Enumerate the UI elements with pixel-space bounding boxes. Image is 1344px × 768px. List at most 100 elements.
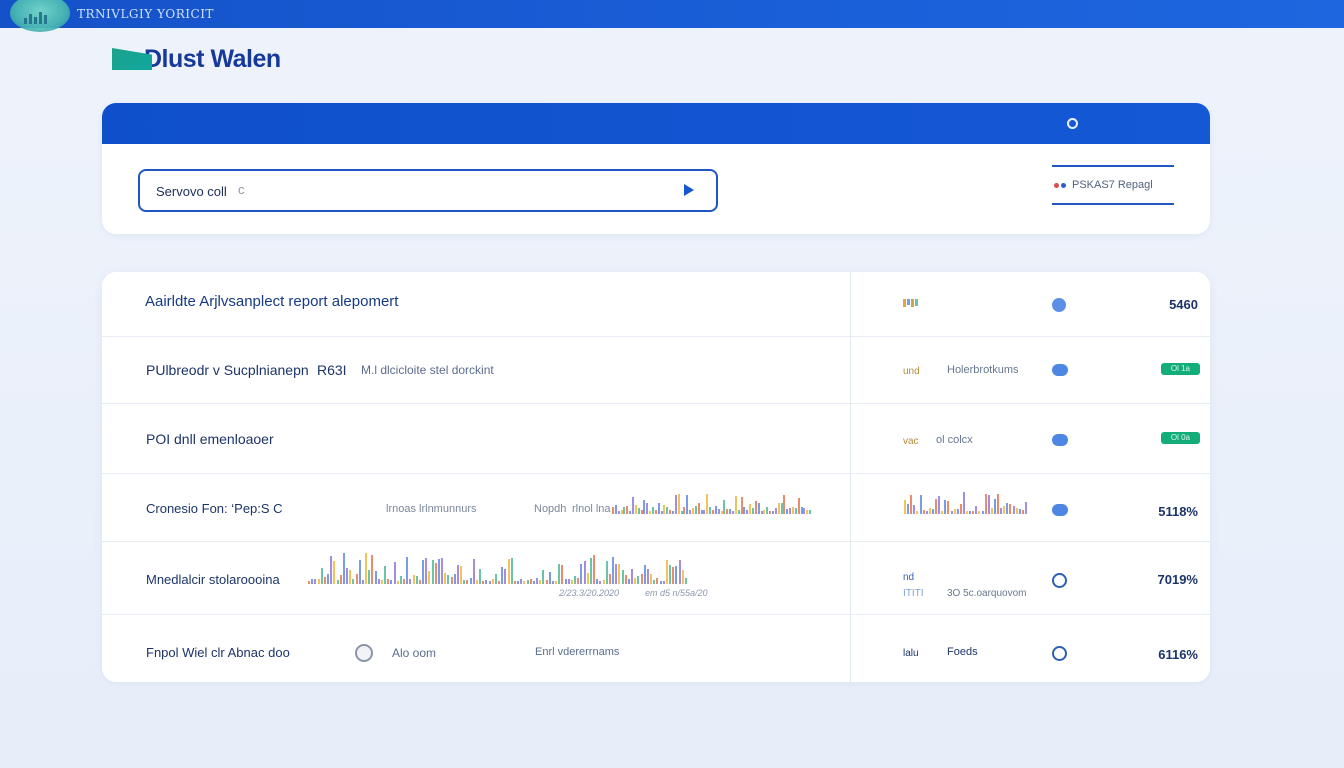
sparkline-bar	[1013, 506, 1015, 514]
row-title: Cronesio Fon: ‘Pep:S C	[146, 501, 283, 516]
sparkline-bar	[632, 497, 634, 514]
row-mini-icon	[903, 299, 918, 307]
sparkline-bar	[910, 495, 912, 514]
row-right-label: Foeds	[947, 646, 978, 658]
sparkline-bar	[907, 504, 909, 514]
row-status-toggle[interactable]	[1052, 434, 1068, 446]
table-row[interactable]: Mnedlalcir stolaroooina 2/23.3/20.2020 e…	[102, 542, 1210, 615]
sparkline-bar	[653, 580, 655, 584]
sparkline-bar	[626, 506, 628, 514]
reports-table: Aairldte Arjlvsanplect report alepomert …	[102, 272, 1210, 682]
sparkline-bar	[501, 567, 503, 584]
sparkline-bar	[652, 507, 654, 514]
sparkline-bar	[985, 494, 987, 514]
search-panel-header	[102, 103, 1210, 144]
sparkline-bar	[390, 580, 392, 584]
sparkline-bar	[318, 579, 320, 584]
sparkline-bar	[419, 580, 421, 584]
sparkline-bar	[798, 498, 800, 514]
sparkline-bar	[590, 558, 592, 584]
sparkline-bar	[669, 565, 671, 584]
sparkline-bar	[343, 553, 345, 584]
status-badge: Ol 1a	[1160, 363, 1200, 375]
sparkline-bar	[809, 510, 811, 514]
row-value: 7019%	[1157, 572, 1198, 587]
sparkline-bar	[311, 579, 313, 584]
sparkline-bar	[352, 579, 354, 584]
sparkline-bar	[495, 574, 497, 584]
table-row[interactable]: Cronesio Fon: ‘Pep:S C lrnoas lrlnmunnur…	[102, 474, 1210, 542]
sparkline-bar	[766, 507, 768, 514]
row-status-toggle[interactable]	[1052, 504, 1068, 516]
sparkline-bar	[378, 579, 380, 584]
sparkline-bar	[944, 500, 946, 514]
sparkline-bar	[511, 558, 513, 584]
sparkline-bar	[1000, 508, 1002, 514]
row-right-label: 3O 5c.oarquovom	[947, 588, 1027, 599]
sparkline-bar	[669, 510, 671, 514]
sparkline-bar	[612, 557, 614, 584]
app-logo-icon[interactable]	[10, 0, 70, 32]
app-title: TRNIVLGIY YORICIT	[77, 7, 214, 21]
status-badge: Ol 0a	[1160, 432, 1200, 444]
sparkline-bar	[441, 558, 443, 584]
avatar-icon	[355, 644, 373, 662]
sparkline-bar	[951, 511, 953, 514]
sparkline-bar	[904, 500, 906, 514]
sparkline-bar	[615, 505, 617, 514]
sparkline-bar	[732, 511, 734, 514]
sparkline-bar	[618, 564, 620, 584]
sparkline-bar	[555, 581, 557, 584]
sparkline-bar	[330, 556, 332, 584]
search-box[interactable]: c	[138, 169, 718, 212]
table-row[interactable]: PUlbreodr v Sucplnianepn R63I M.l dlcicl…	[102, 337, 1210, 404]
row-status-toggle[interactable]	[1052, 298, 1066, 312]
sparkline-bar	[916, 511, 918, 514]
sparkline-bar	[599, 581, 601, 584]
row-status-radio[interactable]	[1052, 646, 1067, 661]
logo-bars-icon	[24, 12, 47, 24]
sparkline-bar	[527, 580, 529, 584]
table-row[interactable]: POI dnll emenloaoer vac ol colcx Ol 0a	[102, 404, 1210, 474]
sparkline-bar	[460, 566, 462, 584]
sparkline-bar	[941, 511, 943, 514]
sparkline-bar	[672, 567, 674, 584]
sparkline-bar	[746, 510, 748, 514]
sparkline-bar	[938, 496, 940, 514]
sparkline-bar	[913, 505, 915, 514]
sparkline-bar	[1006, 503, 1008, 514]
sparkline-bar	[658, 503, 660, 514]
sparkline-bar	[682, 570, 684, 584]
sparkline-bar	[454, 574, 456, 584]
brand[interactable]: Dlust Walen	[112, 44, 281, 74]
row-status-toggle[interactable]	[1052, 364, 1068, 376]
sparkline-bar	[577, 578, 579, 584]
sparkline-bar	[803, 508, 805, 514]
sparkline-bar	[1019, 509, 1021, 514]
sparkline-bar	[923, 510, 925, 514]
search-input[interactable]	[154, 179, 658, 203]
sparkline-bar	[463, 580, 465, 584]
search-submit-icon[interactable]	[684, 184, 694, 196]
sparkline-bar	[432, 560, 434, 584]
filter-selector[interactable]: PSKAS7 Repagl	[1052, 165, 1174, 205]
sparkline-bar	[806, 510, 808, 514]
row-status-radio[interactable]	[1052, 573, 1067, 588]
sparkline-bar	[584, 561, 586, 584]
table-row[interactable]: Fnpol Wiel clr Abnac doo Alo oom Enrl vd…	[102, 615, 1210, 682]
status-dot-icon[interactable]	[1067, 118, 1078, 129]
table-row[interactable]: Aairldte Arjlvsanplect report alepomert …	[102, 272, 1210, 337]
sparkline-bar	[612, 507, 614, 514]
sparkline-bar	[686, 495, 688, 514]
sparkline-bar	[530, 579, 532, 584]
sparkline-bar	[689, 510, 691, 514]
sparkline-bar	[698, 503, 700, 514]
sparkline-bar	[663, 581, 665, 584]
sparkline-bar	[349, 570, 351, 584]
sparkline-bar	[362, 580, 364, 584]
sparkline-bar	[957, 509, 959, 514]
sparkline-bar	[675, 566, 677, 584]
sparkline-bar	[1003, 506, 1005, 514]
sparkline-bar	[508, 559, 510, 584]
sparkline-bar	[485, 580, 487, 584]
